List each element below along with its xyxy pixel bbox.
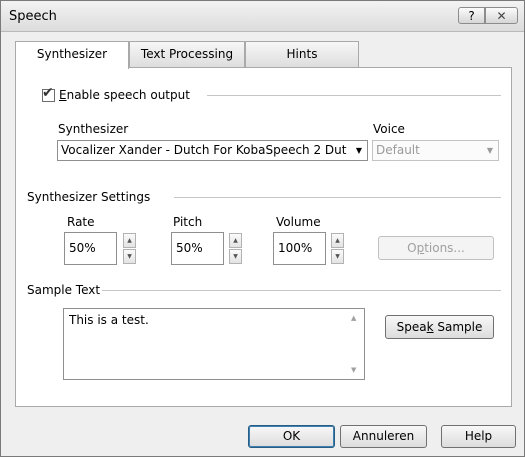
chevron-down-icon[interactable]: ▼ <box>351 141 367 160</box>
sample-textarea[interactable]: This is a test. ▲ ▼ <box>63 308 365 380</box>
sample-text-label: Sample Text <box>27 283 101 297</box>
speech-dialog: Speech ? ✕ Synthesizer Text Processing H… <box>0 0 525 457</box>
settings-separator <box>174 197 501 198</box>
rate-input[interactable]: 50% <box>64 232 117 265</box>
speak-sample-button[interactable]: Speak Sample <box>385 315 494 339</box>
voice-label: Voice <box>373 122 405 136</box>
help-icon[interactable]: ? <box>458 7 485 24</box>
volume-input[interactable]: 100% <box>273 232 326 265</box>
tab-text-processing[interactable]: Text Processing <box>129 41 245 67</box>
enable-speech-label[interactable]: Enable speech output <box>59 88 190 102</box>
synthesizer-label: Synthesizer <box>58 122 129 136</box>
pitch-input[interactable]: 50% <box>171 232 224 265</box>
volume-label: Volume <box>276 215 321 229</box>
voice-select-value: Default <box>376 143 420 157</box>
pitch-down-icon[interactable]: ▼ <box>229 249 242 264</box>
chevron-down-icon[interactable]: ▼ <box>482 141 498 160</box>
rate-stepper[interactable]: ▲ ▼ <box>123 233 136 264</box>
checkmark-icon: ✔ <box>42 85 54 101</box>
volume-down-icon[interactable]: ▼ <box>331 249 344 264</box>
synthesizer-select-value: Vocalizer Xander - Dutch For KobaSpeech … <box>61 143 347 157</box>
volume-up-icon[interactable]: ▲ <box>331 233 344 248</box>
close-icon[interactable]: ✕ <box>485 7 518 24</box>
sample-separator <box>102 290 501 291</box>
rate-label: Rate <box>67 215 95 229</box>
sample-text-value: This is a test. <box>69 313 149 327</box>
volume-stepper[interactable]: ▲ ▼ <box>331 233 344 264</box>
enable-speech-checkbox[interactable]: ✔ <box>42 85 55 102</box>
sample-scrollbar[interactable]: ▲ ▼ <box>347 309 364 379</box>
pitch-up-icon[interactable]: ▲ <box>229 233 242 248</box>
scroll-up-icon[interactable]: ▲ <box>351 314 356 322</box>
tab-synthesizer[interactable]: Synthesizer <box>15 41 129 69</box>
synthesizer-tab-panel: ✔ Enable speech output Synthesizer Vocal… <box>15 67 512 407</box>
ok-button[interactable]: OK <box>248 425 335 448</box>
options-button[interactable]: Options... <box>378 236 494 260</box>
voice-select[interactable]: Default ▼ <box>372 140 499 161</box>
enable-separator <box>207 95 501 96</box>
synthesizer-settings-label: Synthesizer Settings <box>27 190 151 204</box>
cancel-button[interactable]: Annuleren <box>340 425 427 448</box>
rate-down-icon[interactable]: ▼ <box>123 249 136 264</box>
pitch-stepper[interactable]: ▲ ▼ <box>229 233 242 264</box>
scroll-down-icon[interactable]: ▼ <box>351 366 356 374</box>
pitch-label: Pitch <box>173 215 203 229</box>
window-title: Speech <box>9 9 57 24</box>
synthesizer-select[interactable]: Vocalizer Xander - Dutch For KobaSpeech … <box>57 140 368 161</box>
title-bar[interactable]: Speech ? ✕ <box>1 1 524 32</box>
tab-hints[interactable]: Hints <box>245 41 359 67</box>
help-button[interactable]: Help <box>441 425 516 448</box>
rate-up-icon[interactable]: ▲ <box>123 233 136 248</box>
